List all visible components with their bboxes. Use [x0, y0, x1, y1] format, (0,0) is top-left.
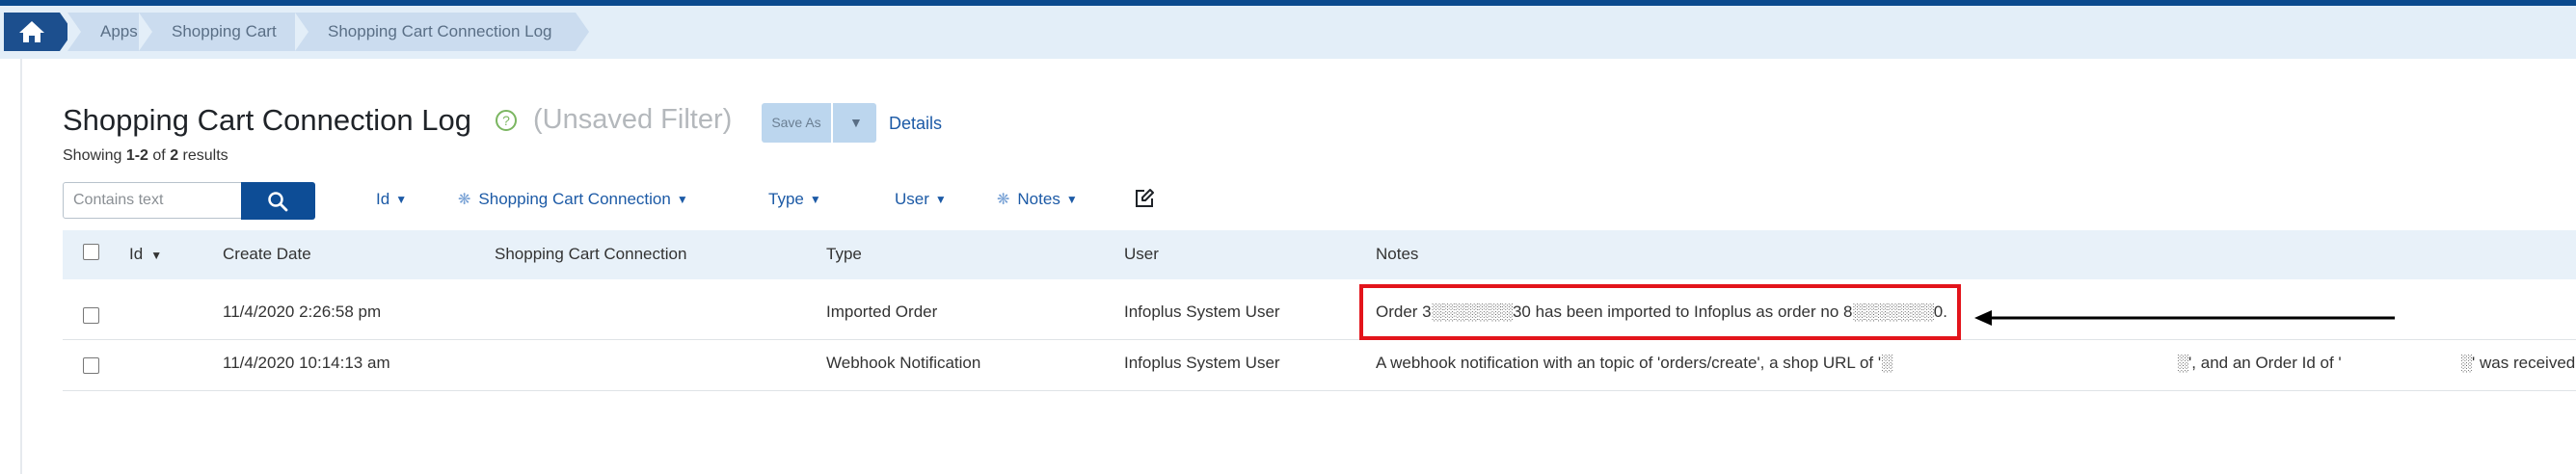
- caret-down-icon: ▼: [676, 193, 688, 206]
- results-count-range: 1-2: [125, 147, 148, 164]
- asterisk-icon: ❋: [458, 192, 471, 208]
- highlight-box: [1359, 284, 1961, 340]
- results-count: Showing 1-2 of 2 results: [63, 147, 228, 165]
- breadcrumb-apps[interactable]: Apps: [67, 13, 153, 51]
- row-checkbox[interactable]: [83, 357, 99, 374]
- breadcrumb-shopping-cart[interactable]: Shopping Cart: [139, 13, 309, 51]
- search-input[interactable]: [63, 182, 242, 219]
- select-all-checkbox[interactable]: [83, 244, 99, 260]
- help-icon[interactable]: ?: [496, 110, 517, 131]
- row-notes-part1: A webhook notification with an topic of …: [1376, 354, 1893, 372]
- filter-user-label: User: [895, 190, 929, 208]
- filter-id-label: Id: [376, 190, 390, 208]
- breadcrumb-current-page: Shopping Cart Connection Log: [295, 13, 589, 51]
- filter-type-dropdown[interactable]: Type ▼: [768, 190, 821, 209]
- arrow-left-icon: [1974, 310, 2395, 326]
- column-header-create-date[interactable]: Create Date: [223, 245, 311, 264]
- caret-down-icon: ▼: [934, 193, 947, 206]
- column-header-notes[interactable]: Notes: [1376, 245, 1418, 264]
- home-icon: [19, 21, 44, 42]
- filter-notes-label: Notes: [1017, 190, 1060, 208]
- filter-state-label: (Unsaved Filter): [533, 104, 733, 135]
- row-notes-part2: ░', and an Order Id of ': [2177, 354, 2342, 372]
- filter-notes-dropdown[interactable]: ❋ Notes ▼: [997, 190, 1078, 209]
- save-as-button[interactable]: Save As: [762, 103, 831, 143]
- filter-type-label: Type: [768, 190, 804, 208]
- row-type: Imported Order: [826, 303, 938, 321]
- results-count-of: of: [148, 147, 171, 164]
- filter-shopping-cart-connection-label: Shopping Cart Connection: [478, 190, 671, 208]
- edit-columns-icon[interactable]: [1134, 188, 1155, 214]
- column-header-id-label: Id: [129, 245, 144, 263]
- filter-id-dropdown[interactable]: Id ▼: [376, 190, 407, 209]
- details-link[interactable]: Details: [889, 114, 942, 134]
- sort-desc-icon: ▼: [150, 249, 163, 262]
- home-button[interactable]: [4, 13, 60, 51]
- left-divider: [20, 59, 22, 474]
- caret-down-icon: ▼: [849, 115, 863, 130]
- row-type: Webhook Notification: [826, 354, 981, 372]
- search-button[interactable]: [241, 182, 315, 220]
- filter-shopping-cart-connection-dropdown[interactable]: ❋ Shopping Cart Connection ▼: [458, 190, 688, 209]
- row-create-date: 11/4/2020 10:14:13 am: [223, 354, 390, 372]
- filter-user-dropdown[interactable]: User ▼: [895, 190, 947, 209]
- results-count-prefix: Showing: [63, 147, 126, 164]
- row-checkbox[interactable]: [83, 307, 99, 324]
- results-count-total: 2: [170, 147, 179, 164]
- caret-down-icon: ▼: [1065, 193, 1078, 206]
- column-header-type[interactable]: Type: [826, 245, 862, 264]
- row-notes-part3: ░' was received.: [2460, 354, 2576, 372]
- column-header-shopping-cart-connection[interactable]: Shopping Cart Connection: [495, 245, 686, 264]
- column-header-id[interactable]: Id ▼: [129, 245, 162, 264]
- row-user: Infoplus System User: [1124, 303, 1280, 321]
- results-count-suffix: results: [178, 147, 228, 164]
- caret-down-icon: ▼: [809, 193, 821, 206]
- search-icon: [268, 192, 288, 212]
- column-header-user[interactable]: User: [1124, 245, 1159, 264]
- row-create-date: 11/4/2020 2:26:58 pm: [223, 303, 382, 321]
- row-user: Infoplus System User: [1124, 354, 1280, 372]
- page-title: Shopping Cart Connection Log: [63, 103, 471, 137]
- asterisk-icon: ❋: [997, 192, 1010, 208]
- caret-down-icon: ▼: [395, 193, 408, 206]
- table-header: [63, 230, 2576, 279]
- save-as-dropdown-button[interactable]: ▼: [833, 103, 876, 143]
